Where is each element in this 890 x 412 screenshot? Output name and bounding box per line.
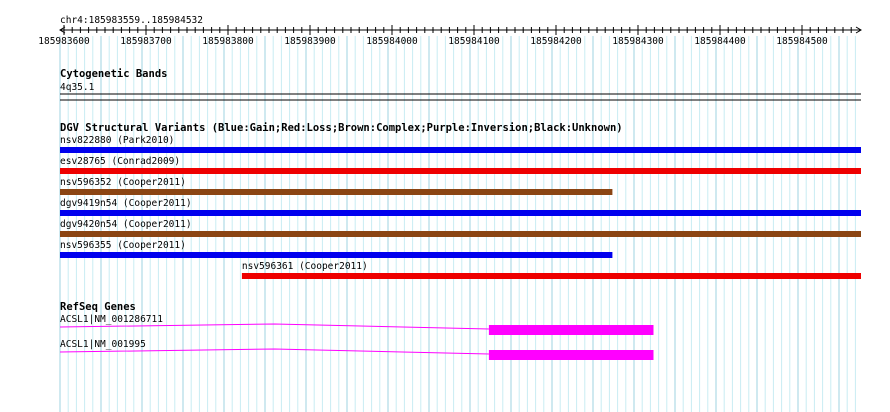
refseq-genes: ACSL1|NM_001286711 ACSL1|NM_001995	[59, 314, 654, 360]
gene-exon[interactable]	[488, 325, 654, 335]
genome-browser-view: chr4:185983559..185984532 185983600 18598…	[0, 0, 890, 412]
gene-label[interactable]: ACSL1|NM_001995	[60, 339, 146, 350]
gene-label[interactable]: ACSL1|NM_001286711	[60, 314, 163, 325]
refseq-track: RefSeq Genes ACSL1|NM_001286711ACSL1|NM_…	[59, 301, 654, 360]
refseq-track-title: RefSeq Genes	[60, 301, 136, 313]
gene-exon[interactable]	[488, 350, 654, 360]
